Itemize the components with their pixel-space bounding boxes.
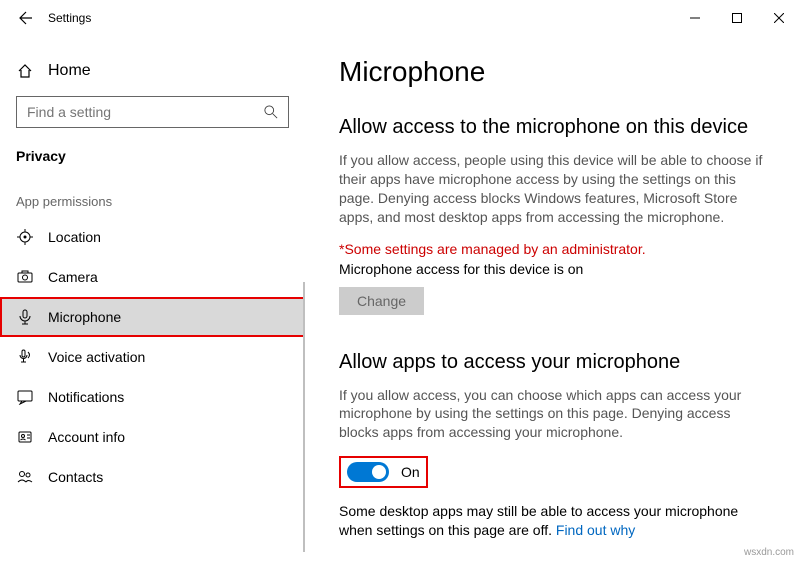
section2-heading: Allow apps to access your microphone <box>339 351 766 374</box>
sidebar-item-microphone[interactable]: Microphone <box>0 297 305 337</box>
sidebar-item-label: Microphone <box>48 309 121 325</box>
change-button[interactable]: Change <box>339 287 424 315</box>
find-out-why-link[interactable]: Find out why <box>556 522 635 538</box>
watermark: wsxdn.com <box>744 547 794 558</box>
content: Home Privacy App permissions Location Ca… <box>0 36 800 562</box>
notifications-icon <box>16 388 34 406</box>
sidebar-item-label: Voice activation <box>48 349 145 365</box>
sidebar-item-label: Contacts <box>48 469 103 485</box>
sidebar-item-contacts[interactable]: Contacts <box>0 457 305 497</box>
location-icon <box>16 228 34 246</box>
sidebar: Home Privacy App permissions Location Ca… <box>0 36 305 562</box>
toggle-knob <box>372 465 386 479</box>
minimize-button[interactable] <box>674 0 716 36</box>
search-icon <box>264 105 278 119</box>
maximize-icon <box>732 13 742 23</box>
device-access-status: Microphone access for this device is on <box>339 261 766 277</box>
sidebar-category: Privacy <box>0 142 305 188</box>
sidebar-item-label: Camera <box>48 269 98 285</box>
account-icon <box>16 428 34 446</box>
sidebar-home-label: Home <box>48 62 91 80</box>
apps-access-toggle-wrap: On <box>339 456 428 488</box>
minimize-icon <box>690 13 700 23</box>
close-icon <box>774 13 784 23</box>
sidebar-scrollbar[interactable] <box>303 282 305 552</box>
sidebar-item-camera[interactable]: Camera <box>0 257 305 297</box>
search-input[interactable] <box>27 104 264 120</box>
mic-icon <box>16 308 34 326</box>
toggle-state-label: On <box>401 464 420 480</box>
sidebar-item-account-info[interactable]: Account info <box>0 417 305 457</box>
desktop-apps-note: Some desktop apps may still be able to a… <box>339 502 766 540</box>
window-controls <box>674 0 800 36</box>
home-icon <box>16 62 34 80</box>
apps-access-toggle[interactable] <box>347 462 389 482</box>
page-title: Microphone <box>339 56 766 88</box>
titlebar: Settings <box>0 0 800 36</box>
section2-desc: If you allow access, you can choose whic… <box>339 386 766 443</box>
sidebar-item-voice-activation[interactable]: Voice activation <box>0 337 305 377</box>
contacts-icon <box>16 468 34 486</box>
section1-heading: Allow access to the microphone on this d… <box>339 116 766 139</box>
search-box[interactable] <box>16 96 289 128</box>
sidebar-item-label: Notifications <box>48 389 124 405</box>
sidebar-item-home[interactable]: Home <box>0 56 305 86</box>
app-title: Settings <box>48 11 91 25</box>
camera-icon <box>16 268 34 286</box>
sidebar-item-label: Account info <box>48 429 125 445</box>
sidebar-item-label: Location <box>48 229 101 245</box>
back-button[interactable] <box>8 0 44 36</box>
sidebar-item-notifications[interactable]: Notifications <box>0 377 305 417</box>
maximize-button[interactable] <box>716 0 758 36</box>
section1-desc: If you allow access, people using this d… <box>339 151 766 227</box>
sidebar-section-header: App permissions <box>0 188 305 217</box>
desktop-note-text: Some desktop apps may still be able to a… <box>339 503 738 538</box>
close-button[interactable] <box>758 0 800 36</box>
voice-icon <box>16 348 34 366</box>
back-arrow-icon <box>18 10 34 26</box>
sidebar-item-location[interactable]: Location <box>0 217 305 257</box>
main-panel: Microphone Allow access to the microphon… <box>305 36 800 562</box>
admin-warning: *Some settings are managed by an adminis… <box>339 241 766 257</box>
